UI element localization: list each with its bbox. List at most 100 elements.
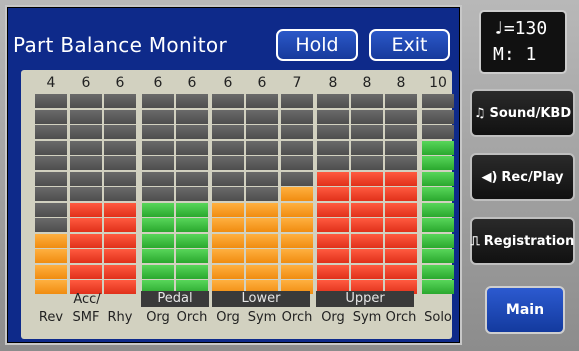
meter-segment — [317, 125, 349, 139]
meter-segment — [246, 125, 278, 139]
meter-segment — [35, 171, 67, 186]
meter-segment — [104, 264, 136, 279]
meter-segment — [35, 125, 67, 139]
page-title: Part Balance Monitor — [13, 33, 227, 57]
meter-segment — [422, 202, 454, 217]
meter-segment — [142, 125, 174, 139]
hold-button[interactable]: Hold — [276, 29, 358, 61]
registration-button[interactable]: ⎍ Registration — [470, 217, 575, 265]
meter-segment — [176, 202, 208, 217]
meter-segment — [70, 140, 102, 155]
speaker-icon: ◀) — [481, 169, 498, 185]
book-icon: ⎍ — [470, 233, 480, 249]
meter-segment — [246, 171, 278, 186]
meter-segment — [212, 125, 244, 139]
meter-segment — [351, 171, 383, 186]
meter-segment — [385, 249, 417, 263]
meter-segment — [385, 187, 417, 201]
group-label-lower: Lower — [212, 291, 310, 307]
measure-value: M: 1 — [493, 44, 537, 65]
music-note-icon: ♫ — [473, 105, 486, 121]
meter-segment — [104, 140, 136, 155]
channel-value: 8 — [362, 75, 372, 91]
meter-segment — [176, 264, 208, 279]
meter-segment — [70, 94, 102, 108]
meter-segment — [35, 140, 67, 155]
meter-segment — [385, 171, 417, 186]
meter-segment — [351, 140, 383, 155]
meter-segment — [385, 94, 417, 108]
rec-play-button[interactable]: ◀) Rec/Play — [470, 153, 575, 201]
meter-segment — [176, 233, 208, 248]
meter-segment — [35, 156, 67, 170]
channel-value: 4 — [46, 75, 56, 91]
sound-kbd-button[interactable]: ♫ Sound/KBD — [470, 89, 575, 137]
exit-button[interactable]: Exit — [369, 29, 450, 61]
meter-segment — [70, 233, 102, 248]
meter-segment — [104, 156, 136, 170]
meter-segment — [422, 218, 454, 232]
channel-value: 8 — [328, 75, 338, 91]
meter-segment — [246, 249, 278, 263]
meter-segment — [104, 218, 136, 232]
main-button[interactable]: Main — [485, 286, 565, 334]
meter-segment — [142, 156, 174, 170]
meter-segment — [385, 233, 417, 248]
meter-segment — [142, 218, 174, 232]
meter-segment — [422, 125, 454, 139]
channel-value: 6 — [223, 75, 233, 91]
meter-segment — [351, 264, 383, 279]
meter-segment — [317, 264, 349, 279]
meter-segment — [422, 109, 454, 124]
meter-segment — [35, 264, 67, 279]
tempo-display: ♩=130 M: 1 — [479, 10, 567, 74]
meter-segment — [422, 94, 454, 108]
meter-segment — [142, 140, 174, 155]
channel-value: 6 — [81, 75, 91, 91]
meter-segment — [281, 264, 313, 279]
channel-label: Rev — [38, 310, 64, 325]
meter-segment — [35, 109, 67, 124]
meter-segment — [422, 280, 454, 294]
meter-segment — [70, 171, 102, 186]
meter-segment — [317, 171, 349, 186]
meter-segment — [351, 218, 383, 232]
meter-segment — [317, 187, 349, 201]
meter-segment — [351, 233, 383, 248]
meter-segment — [104, 109, 136, 124]
meter-segment — [142, 233, 174, 248]
meter-segment — [142, 202, 174, 217]
meter-segment — [212, 264, 244, 279]
meter-segment — [70, 125, 102, 139]
meter-segment — [246, 156, 278, 170]
meter-segment — [281, 109, 313, 124]
meter-segment — [385, 156, 417, 170]
acc-label: Acc/ — [73, 292, 101, 307]
meter-segment — [317, 140, 349, 155]
meter-segment — [317, 233, 349, 248]
meter-segment — [422, 140, 454, 155]
group-label-pedal: Pedal — [141, 291, 209, 307]
meter-segment — [317, 156, 349, 170]
meter-segment — [281, 218, 313, 232]
meter-segment — [246, 202, 278, 217]
meter-segment — [212, 109, 244, 124]
meter-segment — [142, 109, 174, 124]
meter-segment — [385, 218, 417, 232]
meter-segment — [142, 264, 174, 279]
meter-segment — [281, 233, 313, 248]
meter-segment — [176, 125, 208, 139]
meter-segment — [351, 249, 383, 263]
meter-segment — [70, 202, 102, 217]
meter-segment — [212, 249, 244, 263]
meter-segment — [212, 187, 244, 201]
channel-label: Orch — [281, 310, 313, 325]
meter-segment — [246, 140, 278, 155]
meter-segment — [35, 202, 67, 217]
meter-segment — [351, 187, 383, 201]
meter-segment — [281, 125, 313, 139]
meter-segment — [142, 171, 174, 186]
meter-segment — [212, 218, 244, 232]
meter-segment — [104, 125, 136, 139]
meter-segment — [70, 187, 102, 201]
